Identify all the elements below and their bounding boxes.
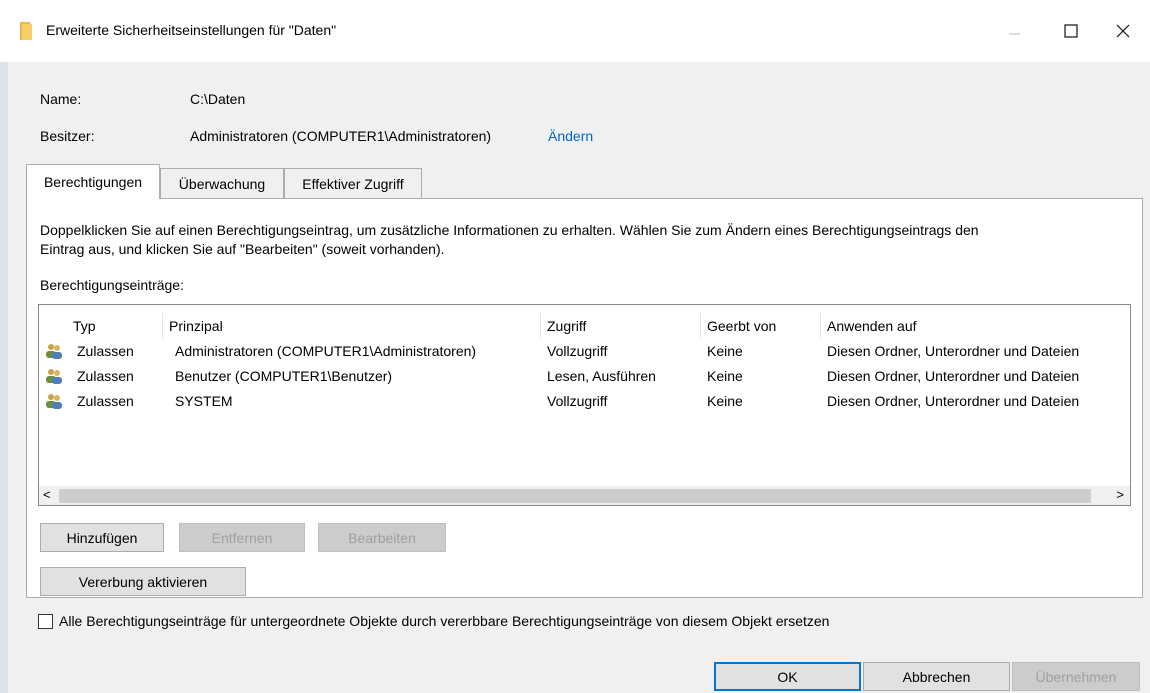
edit-button[interactable]: Bearbeiten	[318, 523, 446, 552]
name-value: C:\Daten	[190, 91, 246, 107]
cancel-button[interactable]: Abbrechen	[863, 662, 1010, 691]
permission-entries-list[interactable]: Typ Prinzipal Zugriff Geerbt von Anwende…	[38, 304, 1131, 506]
table-row[interactable]: Zulassen Administratoren (COMPUTER1\Admi…	[39, 338, 1130, 363]
users-icon	[45, 388, 65, 413]
cell-principal: SYSTEM	[175, 392, 233, 409]
cell-access: Vollzugriff	[547, 392, 608, 409]
change-owner-link[interactable]: Ändern	[548, 128, 593, 144]
remove-button[interactable]: Entfernen	[179, 523, 305, 552]
cell-applies-to: Diesen Ordner, Unterordner und Dateien	[827, 367, 1080, 384]
minimize-button[interactable]	[992, 10, 1038, 52]
owner-value: Administratoren (COMPUTER1\Administrator…	[190, 128, 492, 144]
ok-button[interactable]: OK	[714, 662, 861, 691]
replace-child-permissions-checkbox[interactable]	[38, 614, 53, 629]
close-button[interactable]	[1100, 10, 1146, 52]
enable-inheritance-button[interactable]: Vererbung aktivieren	[40, 567, 246, 596]
column-header-applies-to[interactable]: Anwenden auf	[821, 313, 1130, 339]
cell-principal: Benutzer (COMPUTER1\Benutzer)	[175, 367, 393, 384]
scroll-left-arrow[interactable]: <	[43, 487, 51, 502]
column-header-inherited[interactable]: Geerbt von	[701, 313, 821, 339]
cell-inherited: Keine	[707, 367, 743, 384]
add-button[interactable]: Hinzufügen	[40, 523, 164, 552]
cell-inherited: Keine	[707, 342, 743, 359]
cell-principal: Administratoren (COMPUTER1\Administrator…	[175, 342, 477, 359]
minimize-icon	[1009, 33, 1020, 35]
column-header-type[interactable]: Typ	[67, 313, 163, 339]
cell-applies-to: Diesen Ordner, Unterordner und Dateien	[827, 342, 1080, 359]
replace-child-permissions-label[interactable]: Alle Berechtigungseinträge für untergeor…	[59, 613, 829, 629]
name-label: Name:	[40, 91, 82, 107]
entries-label: Berechtigungseinträge:	[40, 277, 184, 293]
close-icon	[1116, 24, 1130, 38]
scroll-right-arrow[interactable]: >	[1116, 487, 1124, 502]
scrollbar-thumb[interactable]	[59, 489, 1091, 503]
apply-button[interactable]: Übernehmen	[1012, 662, 1140, 691]
column-header-principal[interactable]: Prinzipal	[163, 313, 541, 339]
owner-label: Besitzer:	[40, 128, 95, 144]
cell-applies-to: Diesen Ordner, Unterordner und Dateien	[827, 392, 1080, 409]
description-line-2: Eintrag aus, und klicken Sie auf "Bearbe…	[40, 241, 445, 257]
cell-type: Zulassen	[77, 367, 134, 384]
description-line-1: Doppelklicken Sie auf einen Berechtigung…	[40, 222, 979, 238]
table-row[interactable]: Zulassen SYSTEM Vollzugriff Keine Diesen…	[39, 388, 1130, 413]
tab-auditing[interactable]: Überwachung	[160, 168, 284, 198]
users-icon	[45, 363, 65, 388]
folder-icon	[20, 22, 34, 40]
window-title: Erweiterte Sicherheitseinstellungen für …	[46, 22, 337, 38]
window-left-edge	[0, 0, 8, 693]
cell-access: Vollzugriff	[547, 342, 608, 359]
horizontal-scrollbar[interactable]: < >	[39, 486, 1130, 505]
maximize-button[interactable]	[1048, 10, 1094, 52]
cell-access: Lesen, Ausführen	[547, 367, 656, 384]
users-icon	[45, 338, 65, 363]
tab-permissions[interactable]: Berechtigungen	[26, 164, 160, 199]
cell-type: Zulassen	[77, 392, 134, 409]
maximize-icon	[1064, 24, 1078, 38]
tab-effective-access[interactable]: Effektiver Zugriff	[284, 168, 422, 198]
column-header-access[interactable]: Zugriff	[541, 313, 701, 339]
cell-inherited: Keine	[707, 392, 743, 409]
table-row[interactable]: Zulassen Benutzer (COMPUTER1\Benutzer) L…	[39, 363, 1130, 388]
cell-type: Zulassen	[77, 342, 134, 359]
